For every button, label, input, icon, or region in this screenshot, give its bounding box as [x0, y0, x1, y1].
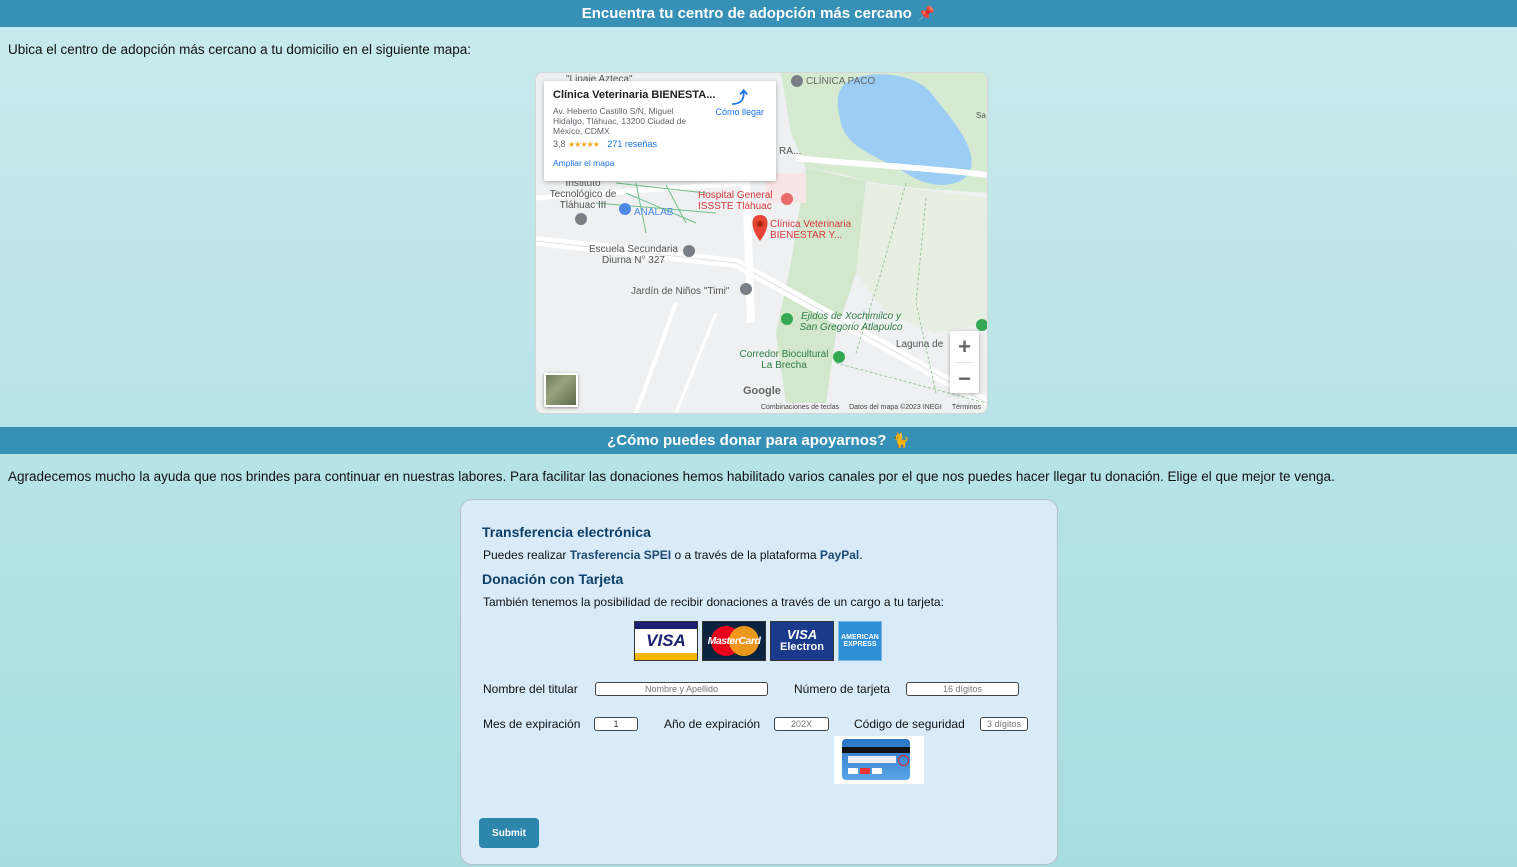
transfer-title: Transferencia electrónica — [482, 524, 651, 540]
rating-stars-icon: ★★★★★ — [568, 140, 600, 149]
visa-electron-logo: VISA Electron — [770, 621, 834, 661]
map-label-jardin: Jardín de Niños "Timi" — [631, 286, 730, 297]
map-label-escuela: Escuela Secundaria Diurna N° 327 — [589, 244, 678, 266]
map-footer: Combinaciones de teclas Datos del mapa ©… — [761, 404, 981, 411]
month-label: Mes de expiración — [483, 717, 581, 731]
holder-input[interactable] — [595, 682, 768, 696]
directions-label: Cómo llegar — [715, 107, 764, 117]
visa-logo: VISA — [634, 621, 698, 661]
card-number-label: Número de tarjeta — [794, 682, 891, 696]
rating-value: 3,8 — [553, 139, 566, 149]
map-label-clinica-veterinaria: Clínica Veterinaria BIENESTAR Y... — [770, 219, 852, 241]
cat-icon: 🐈 — [892, 432, 910, 448]
section-title: Encuentra tu centro de adopción más cerc… — [581, 5, 912, 22]
section-title: ¿Cómo puedes donar para apoyarnos? — [607, 432, 887, 449]
donation-card: Transferencia electrónica Puedes realiza… — [460, 499, 1058, 865]
map-label-ejidos: Ejidos de Xochimilco y San Gregorio Atla… — [799, 311, 903, 333]
map-label-laguna: Laguna de — [896, 339, 944, 350]
place-info-card: Clínica Veterinaria BIENESTA... Av. Hebe… — [544, 81, 776, 181]
year-input[interactable] — [774, 717, 829, 731]
adoption-intro: Ubica el centro de adopción más cercano … — [8, 42, 472, 57]
pushpin-icon: 📌 — [917, 5, 936, 21]
map-label-sa: Sa — [976, 111, 986, 120]
reviews-link[interactable]: 271 reseñas — [607, 139, 657, 149]
section-header-donate: ¿Cómo puedes donar para apoyarnos? 🐈 — [0, 427, 1517, 454]
map-label-instituto: Instituto Tecnológico de Tláhuac III — [549, 178, 617, 211]
map-label-corredor: Corredor Biocultural La Brecha — [739, 349, 829, 371]
section-header-adoption: Encuentra tu centro de adopción más cerc… — [0, 0, 1517, 27]
cvv-label: Código de seguridad — [854, 717, 965, 731]
paypal-text: PayPal — [819, 548, 860, 562]
transfer-text: Puedes realizar Trasferencia SPEI o a tr… — [483, 548, 863, 562]
zoom-controls: + − — [950, 331, 979, 393]
terms-link[interactable]: Términos — [952, 404, 981, 411]
map-label-ra: RA... — [779, 146, 802, 157]
month-input[interactable] — [594, 717, 638, 731]
place-address: Av. Heberto Castillo S/N, Miguel Hidalgo… — [553, 106, 687, 136]
zoom-out-button[interactable]: − — [950, 363, 979, 394]
map-data-credit: Datos del mapa ©2023 INEGI — [849, 404, 942, 411]
zoom-in-button[interactable]: + — [950, 331, 979, 362]
mastercard-logo: MasterCard — [702, 621, 766, 661]
google-map[interactable]: "Linaje Azteca" CLÍNICA PACO RA... Sa In… — [535, 72, 988, 414]
year-label: Año de expiración — [664, 717, 761, 731]
map-label-clinica-paco: CLÍNICA PACO — [806, 76, 876, 87]
cvv-input[interactable] — [980, 717, 1028, 731]
card-title: Donación con Tarjeta — [482, 571, 624, 587]
map-label-analab: ANALAB — [634, 207, 674, 218]
submit-button[interactable]: Submit — [479, 818, 539, 848]
map-label-hospital: Hospital General ISSSTE Tláhuac — [698, 190, 773, 212]
google-logo: Google — [743, 385, 781, 397]
cvv-card-illustration — [834, 736, 924, 784]
directions-button[interactable]: ⤴ Cómo llegar — [715, 90, 764, 118]
enlarge-map-link[interactable]: Ampliar el mapa — [553, 158, 767, 168]
spei-text: Trasferencia SPEI — [569, 548, 672, 562]
donate-intro: Agradecemos mucho la ayuda que nos brind… — [8, 469, 1335, 484]
keyboard-shortcuts-link[interactable]: Combinaciones de teclas — [761, 404, 839, 411]
directions-icon: ⤴ — [731, 90, 748, 107]
card-logos: VISA MasterCard VISA Electron AMERICAN EXP… — [634, 621, 882, 661]
holder-label: Nombre del titular — [483, 682, 578, 696]
satellite-toggle-button[interactable] — [544, 373, 578, 407]
amex-logo: AMERICAN EXPRESS — [838, 621, 882, 661]
card-text: También tenemos la posibilidad de recibi… — [483, 595, 944, 609]
card-number-input[interactable] — [906, 682, 1019, 696]
place-rating: 3,8 ★★★★★ 271 reseñas — [553, 139, 767, 149]
